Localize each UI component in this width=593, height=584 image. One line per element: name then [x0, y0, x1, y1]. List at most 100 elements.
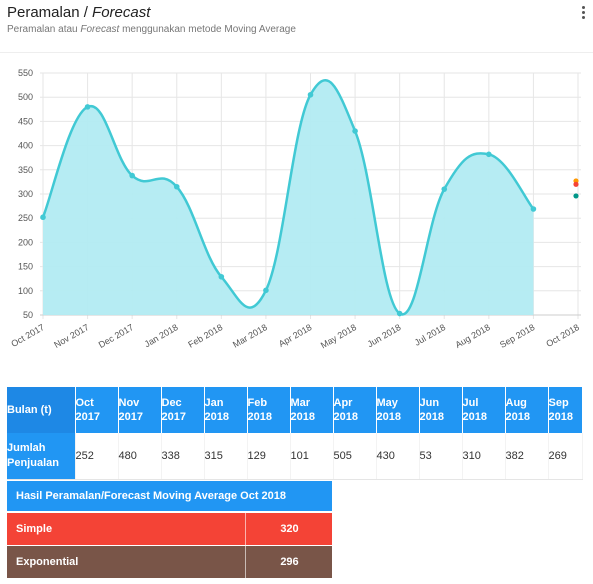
data-point	[352, 128, 358, 134]
month-header-year: 2018	[548, 411, 573, 423]
table-value-row: Jumlah Penjualan 252 480 338 315 129 101 505 430…	[7, 433, 583, 480]
y-tick-label: 300	[18, 189, 33, 199]
month-header-8: Jun 2018	[419, 387, 463, 433]
card-header: Peramalan / Forecast Peramalan atau Fore…	[0, 0, 593, 50]
x-tick-label: Oct 2018	[544, 322, 581, 349]
month-header-name: Jan	[204, 397, 224, 409]
forecast-simple-row: Simple 320	[7, 513, 332, 545]
month-header-year: 2017	[161, 411, 186, 423]
month-header-6: Apr 2018	[333, 387, 377, 433]
data-point	[129, 172, 135, 179]
month-header-year: 2018	[462, 411, 487, 423]
x-tick-label: Jun 2018	[366, 322, 403, 349]
x-tick-label: Dec 2017	[97, 322, 135, 350]
y-tick-label: 450	[18, 116, 33, 126]
sales-value-cell: 129	[247, 433, 291, 480]
month-header-year: 2018	[247, 411, 272, 423]
table-header-row: Bulan (t) Oct 2017 Nov 2017 Dec 2017 Jan 2018 Fe…	[7, 387, 583, 433]
month-header-10: Aug 2018	[505, 387, 549, 433]
subtitle-pre: Peramalan atau	[7, 24, 81, 35]
month-header-name: Dec	[161, 397, 182, 409]
month-header-name: Feb	[247, 397, 268, 409]
forecast-point	[573, 181, 579, 187]
y-tick-label: 50	[23, 310, 33, 320]
y-tick-label: 400	[18, 141, 33, 151]
month-header-1: Nov 2017	[118, 387, 162, 433]
forecast-point	[573, 193, 579, 199]
y-tick-label: 200	[18, 237, 33, 247]
month-header-name: Jun	[419, 397, 440, 409]
x-tick-label: Feb 2018	[186, 322, 224, 350]
sales-value-cell: 101	[290, 433, 334, 480]
y-tick-label: 350	[18, 165, 33, 175]
forecast-simple-label: Simple	[16, 523, 53, 535]
page-title: Peramalan / Forecast	[7, 4, 150, 21]
sales-value-cell: 315	[204, 433, 248, 480]
x-tick-label: Apr 2018	[277, 322, 314, 349]
forecast-chart: 50 100 150 200 250 300 350 400 450 500 550 Oct 2017…	[9, 68, 581, 350]
x-tick-label: Nov 2017	[52, 322, 90, 350]
month-header-year: 2018	[376, 411, 401, 423]
data-point	[40, 214, 46, 221]
title-main: Peramalan /	[7, 4, 93, 21]
sales-value-cell: 269	[548, 433, 583, 480]
sales-value-cell: 430	[376, 433, 420, 480]
subtitle-post: menggunakan metode Moving Average	[119, 24, 296, 35]
subtitle-italic: Forecast	[80, 24, 120, 35]
x-tick-label: May 2018	[319, 322, 358, 350]
sales-value-cell: 338	[161, 433, 205, 480]
data-point	[307, 91, 314, 98]
forecast-exponential-label: Exponential	[16, 556, 79, 568]
header-divider	[0, 52, 593, 53]
data-point	[218, 273, 225, 280]
month-header-name: Jul	[462, 397, 479, 409]
month-header-7: May 2018	[376, 387, 420, 433]
month-header-name: May	[376, 397, 398, 409]
row-header-month: Bulan (t)	[7, 387, 76, 433]
sales-value-cell: 310	[462, 433, 506, 480]
y-tick-label: 150	[18, 262, 33, 272]
title-italic: Forecast	[92, 4, 151, 21]
month-header-3: Jan 2018	[204, 387, 248, 433]
x-tick-label: Oct 2017	[9, 322, 46, 349]
sales-value-cell: 480	[118, 433, 162, 480]
row-header-sales: Jumlah Penjualan	[7, 433, 76, 480]
month-header-11: Sep 2018	[548, 387, 583, 433]
sales-value-cell: 252	[75, 433, 119, 480]
y-tick-label: 250	[18, 213, 33, 223]
x-tick-label: Mar 2018	[231, 322, 269, 350]
y-tick-label: 500	[18, 92, 33, 102]
data-point	[441, 186, 448, 192]
sales-value-cell: 505	[333, 433, 377, 480]
month-header-year: 2018	[419, 411, 444, 423]
data-point	[173, 183, 180, 190]
month-header-year: 2018	[290, 411, 315, 423]
data-point	[486, 151, 492, 158]
more-vertical-icon[interactable]	[578, 6, 588, 22]
forecast-title-text: Hasil Peramalan/Forecast Moving Average …	[16, 490, 287, 502]
data-point	[530, 206, 537, 212]
page-subtitle: Peramalan atau Forecast menggunakan meto…	[7, 24, 296, 35]
row-header-sales-line2: Penjualan	[7, 457, 59, 469]
month-header-0: Oct 2017	[75, 387, 119, 433]
month-header-5: Mar 2018	[290, 387, 334, 433]
sales-value-cell: 382	[505, 433, 549, 480]
data-point	[84, 104, 91, 110]
row-header-sales-line1: Jumlah	[7, 442, 46, 454]
month-header-year: 2018	[333, 411, 358, 423]
x-tick-label: Aug 2018	[453, 322, 491, 350]
month-header-name: Oct	[75, 397, 94, 409]
sales-table: Bulan (t) Oct 2017 Nov 2017 Dec 2017 Jan 2018 Fe…	[7, 387, 583, 480]
y-tick-label: 550	[18, 68, 33, 78]
month-header-2: Dec 2017	[161, 387, 205, 433]
month-header-4: Feb 2018	[247, 387, 291, 433]
month-header-name: Nov	[118, 397, 140, 409]
month-header-name: Mar	[290, 397, 311, 409]
data-point	[396, 310, 403, 317]
month-header-name: Apr	[333, 397, 353, 409]
x-tick-label: Sep 2018	[498, 322, 536, 350]
forecast-simple-value: 320	[245, 513, 333, 545]
month-header-year: 2017	[118, 411, 143, 423]
data-point	[263, 287, 269, 294]
month-header-year: 2018	[505, 411, 530, 423]
